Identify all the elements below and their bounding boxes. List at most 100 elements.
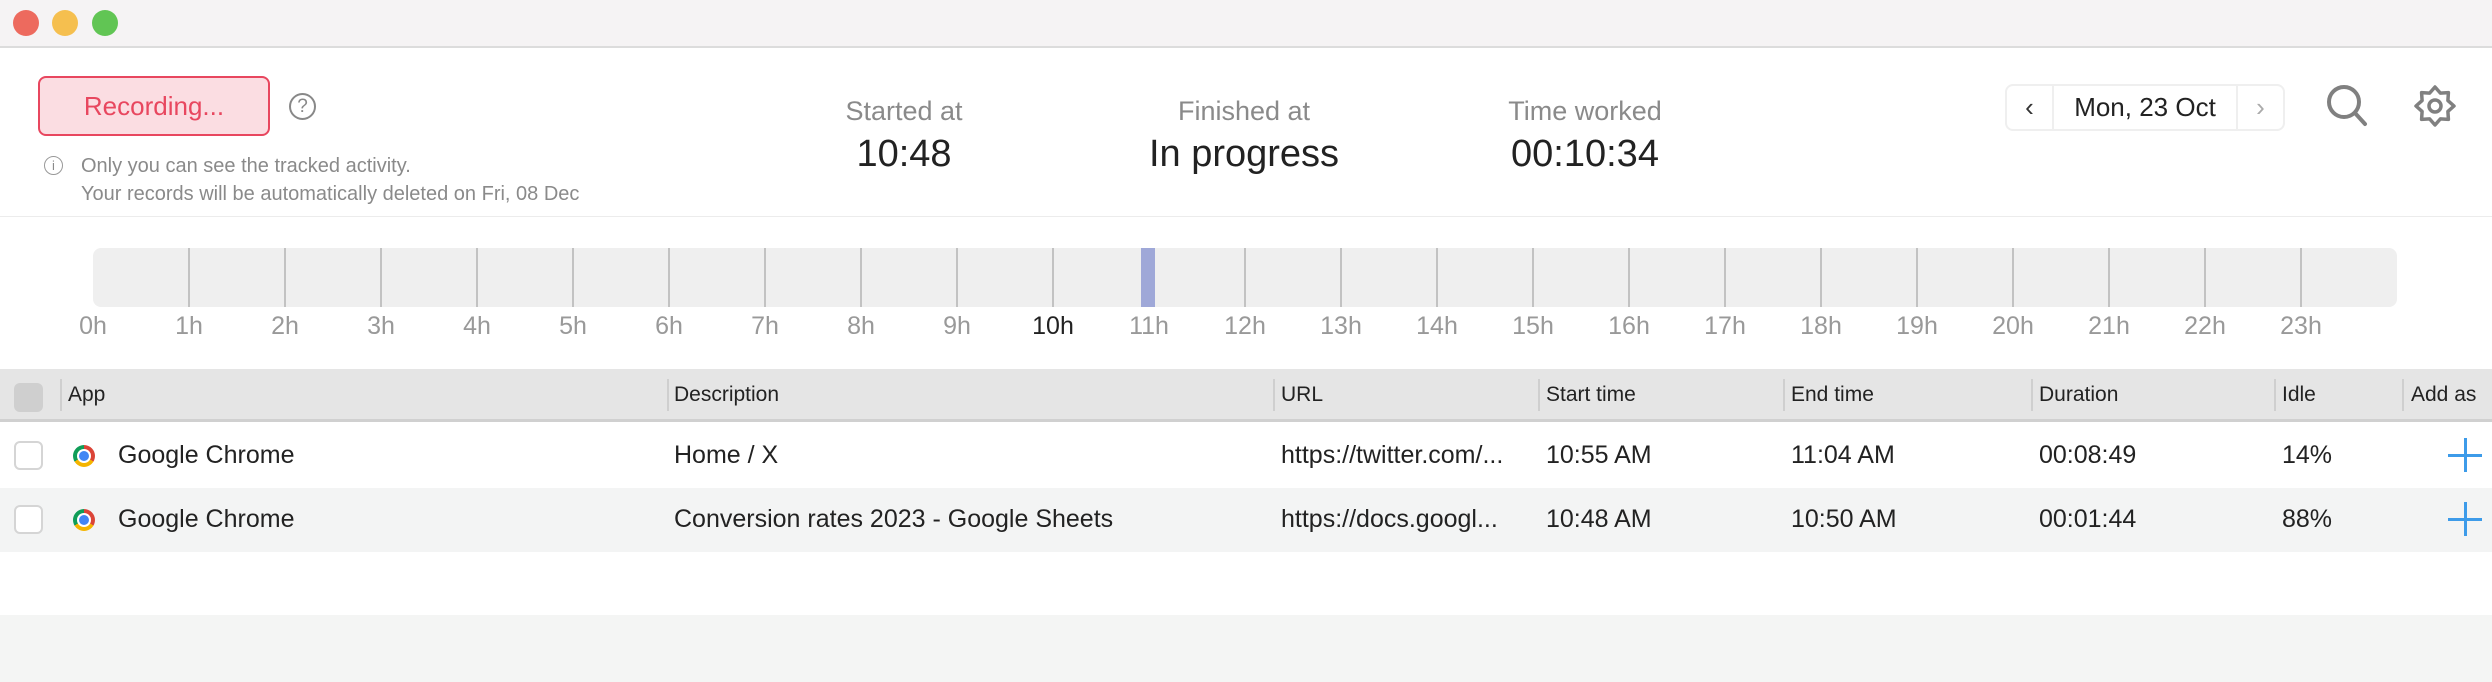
column-separator[interactable] (667, 379, 669, 411)
hour-label: 1h (175, 312, 203, 340)
close-window-button[interactable] (13, 10, 39, 36)
cell-end: 11:04 AM (1791, 441, 1895, 469)
divider (0, 216, 2492, 217)
column-header-idle[interactable]: Idle (2282, 383, 2316, 407)
maximize-window-button[interactable] (92, 10, 118, 36)
time-worked-stat: Time worked 00:10:34 (1425, 96, 1745, 176)
hour-tick (1916, 248, 1918, 307)
column-header-url[interactable]: URL (1281, 383, 1323, 407)
hour-tick (2012, 248, 2014, 307)
hour-label: 11h (1129, 312, 1169, 340)
hour-tick (1724, 248, 1726, 307)
hour-label: 18h (1800, 312, 1842, 340)
hour-label: 12h (1224, 312, 1266, 340)
table-row[interactable]: Google Chrome Home / X https://twitter.com… (0, 424, 2492, 488)
hour-tick (1628, 248, 1630, 307)
hour-label: 19h (1896, 312, 1938, 340)
cell-app: Google Chrome (118, 505, 295, 533)
column-header-app[interactable]: App (68, 383, 105, 407)
cell-start: 10:48 AM (1546, 505, 1652, 533)
finished-at-stat: Finished at In progress (1084, 96, 1404, 176)
hour-tick (860, 248, 862, 307)
hour-label: 21h (2088, 312, 2130, 340)
hour-tick (1436, 248, 1438, 307)
column-separator[interactable] (2274, 379, 2276, 411)
column-separator[interactable] (2031, 379, 2033, 411)
hour-label: 23h (2280, 312, 2322, 340)
column-separator[interactable] (60, 379, 62, 411)
hour-tick (284, 248, 286, 307)
row-checkbox[interactable] (14, 441, 43, 470)
cell-duration: 00:08:49 (2039, 441, 2137, 469)
cell-start: 10:55 AM (1546, 441, 1652, 469)
hour-label: 14h (1416, 312, 1458, 340)
hour-tick (2108, 248, 2110, 307)
date-navigator: ‹ Mon, 23 Oct › (2005, 84, 2285, 131)
chrome-icon (73, 509, 95, 531)
hour-tick (380, 248, 382, 307)
hour-label: 6h (655, 312, 683, 340)
column-header-description[interactable]: Description (674, 383, 779, 407)
column-separator[interactable] (1783, 379, 1785, 411)
hour-label: 17h (1704, 312, 1746, 340)
hour-tick (572, 248, 574, 307)
hour-label: 8h (847, 312, 875, 340)
hour-tick (956, 248, 958, 307)
hour-tick (476, 248, 478, 307)
plus-icon[interactable] (2448, 502, 2482, 536)
hour-tick (1244, 248, 1246, 307)
cell-app: Google Chrome (118, 441, 295, 469)
column-header-duration[interactable]: Duration (2039, 383, 2118, 407)
title-bar (0, 0, 2492, 48)
column-separator[interactable] (1538, 379, 1540, 411)
info-line-2: Your records will be automatically delet… (81, 183, 580, 205)
date-label[interactable]: Mon, 23 Oct (2052, 86, 2238, 129)
chevron-right-icon[interactable]: › (2238, 86, 2283, 129)
hour-label: 3h (367, 312, 395, 340)
column-separator[interactable] (2402, 379, 2404, 411)
finished-at-value: In progress (1148, 133, 1340, 175)
minimize-window-button[interactable] (52, 10, 78, 36)
hour-label: 7h (751, 312, 779, 340)
started-at-value: 10:48 (856, 133, 952, 175)
recording-button[interactable]: Recording... (38, 76, 270, 136)
hour-tick (1340, 248, 1342, 307)
started-at-stat: Started at 10:48 (744, 96, 1064, 176)
cell-description: Conversion rates 2023 - Google Sheets (674, 505, 1114, 533)
hour-label: 2h (271, 312, 299, 340)
hour-label: 22h (2184, 312, 2226, 340)
footer-area (0, 615, 2492, 682)
hour-label: 16h (1608, 312, 1650, 340)
column-header-add-as[interactable]: Add as (2411, 383, 2476, 407)
info-line-1: Only you can see the tracked activity. (81, 155, 411, 177)
hour-tick (764, 248, 766, 307)
hour-label: 0h (79, 312, 107, 340)
column-separator[interactable] (1273, 379, 1275, 411)
column-header-end-time[interactable]: End time (1791, 383, 1874, 407)
hour-label: 20h (1992, 312, 2034, 340)
privacy-info: i Only you can see the tracked activity.… (44, 152, 579, 208)
cell-url: https://twitter.com/... (1281, 441, 1504, 469)
hour-tick (2300, 248, 2302, 307)
question-circle-icon[interactable]: ? (289, 93, 316, 120)
activity-segment[interactable] (1141, 248, 1156, 307)
time-worked-label: Time worked (1508, 96, 1662, 126)
hour-tick (188, 248, 190, 307)
timeline-bar[interactable] (93, 248, 2397, 307)
search-icon[interactable] (2325, 83, 2371, 129)
column-header-start-time[interactable]: Start time (1546, 383, 1636, 407)
time-worked-value: 00:10:34 (1511, 133, 1659, 175)
cell-idle: 88% (2282, 505, 2333, 533)
hour-label: 10h (1032, 312, 1074, 340)
chevron-left-icon[interactable]: ‹ (2007, 86, 2052, 129)
table-row[interactable]: Google Chrome Conversion rates 2023 - Goo… (0, 488, 2492, 552)
gear-icon[interactable] (2411, 82, 2459, 130)
row-checkbox[interactable] (14, 505, 43, 534)
cell-description: Home / X (674, 441, 779, 469)
plus-icon[interactable] (2448, 438, 2482, 472)
hour-label: 4h (463, 312, 491, 340)
chrome-icon (73, 445, 95, 467)
hour-label: 15h (1512, 312, 1554, 340)
select-all-checkbox[interactable] (14, 383, 43, 412)
cell-duration: 00:01:44 (2039, 505, 2137, 533)
